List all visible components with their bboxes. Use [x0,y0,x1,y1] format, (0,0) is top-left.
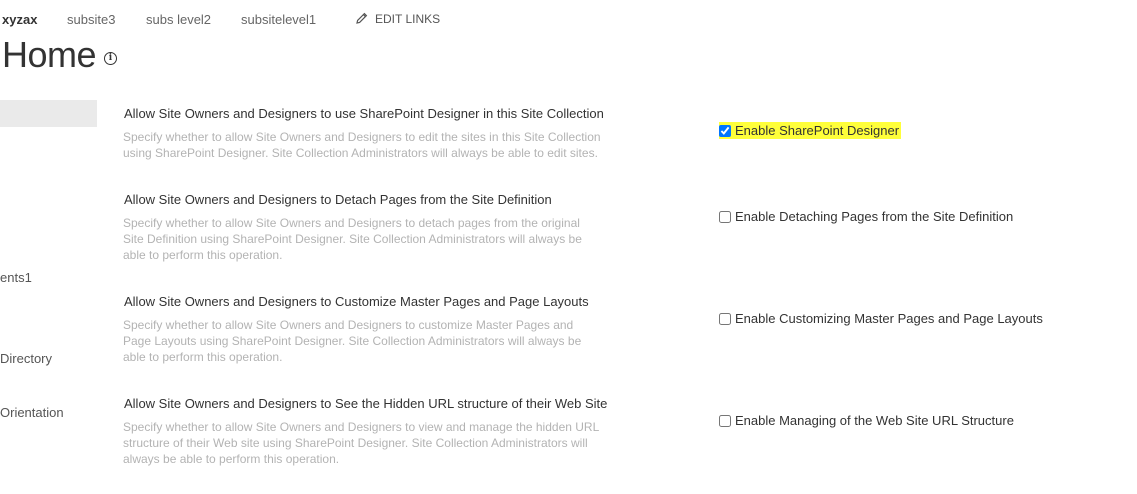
left-nav-item-orientation[interactable]: Orientation [0,405,64,420]
pencil-icon [356,12,368,24]
enable-detaching-pages-label: Enable Detaching Pages from the Site Def… [735,209,1014,224]
section-title-url-structure: Allow Site Owners and Designers to See t… [124,396,608,411]
section-description-detach-pages: Specify whether to allow Site Owners and… [123,216,582,262]
top-nav-item-xyzax[interactable]: xyzax [2,12,37,27]
section-title-enable-designer: Allow Site Owners and Designers to use S… [124,106,604,121]
top-nav-item-subsitelevel1[interactable]: subsitelevel1 [241,12,316,27]
section-title-customize-master-pages: Allow Site Owners and Designers to Custo… [124,294,589,309]
section-description-url-structure: Specify whether to allow Site Owners and… [123,420,599,466]
option-enable-sharepoint-designer[interactable]: Enable SharePoint Designer [719,122,902,139]
section-description-enable-designer: Specify whether to allow Site Owners and… [123,130,601,160]
edit-links-label: EDIT LINKS [375,12,441,26]
option-enable-customizing-master-pages[interactable]: Enable Customizing Master Pages and Page… [719,311,1043,326]
info-icon[interactable]: i [104,52,117,65]
left-nav-selected-item[interactable] [0,100,97,127]
page: xyzax subsite3 subs level2 subsitelevel1… [0,0,1137,494]
section-title-detach-pages: Allow Site Owners and Designers to Detac… [124,192,552,207]
enable-managing-url-structure-label: Enable Managing of the Web Site URL Stru… [735,413,1014,428]
enable-sharepoint-designer-checkbox[interactable] [719,124,731,137]
enable-detaching-pages-checkbox[interactable] [719,210,731,223]
option-enable-detaching-pages[interactable]: Enable Detaching Pages from the Site Def… [719,209,1013,224]
enable-customizing-master-pages-checkbox[interactable] [719,312,731,325]
enable-customizing-master-pages-label: Enable Customizing Master Pages and Page… [735,311,1043,326]
edit-links-button[interactable]: EDIT LINKS [356,12,440,26]
left-nav-item-directory[interactable]: Directory [0,351,52,366]
page-title: Home [2,34,97,75]
option-enable-managing-url-structure[interactable]: Enable Managing of the Web Site URL Stru… [719,413,1014,428]
top-nav-item-subs-level2[interactable]: subs level2 [146,12,211,27]
top-nav-item-subsite3[interactable]: subsite3 [67,12,115,27]
section-description-customize-master-pages: Specify whether to allow Site Owners and… [123,318,582,364]
enable-sharepoint-designer-label: Enable SharePoint Designer [735,123,900,138]
left-nav-item-ents1[interactable]: ents1 [0,270,32,285]
enable-managing-url-structure-checkbox[interactable] [719,414,731,427]
